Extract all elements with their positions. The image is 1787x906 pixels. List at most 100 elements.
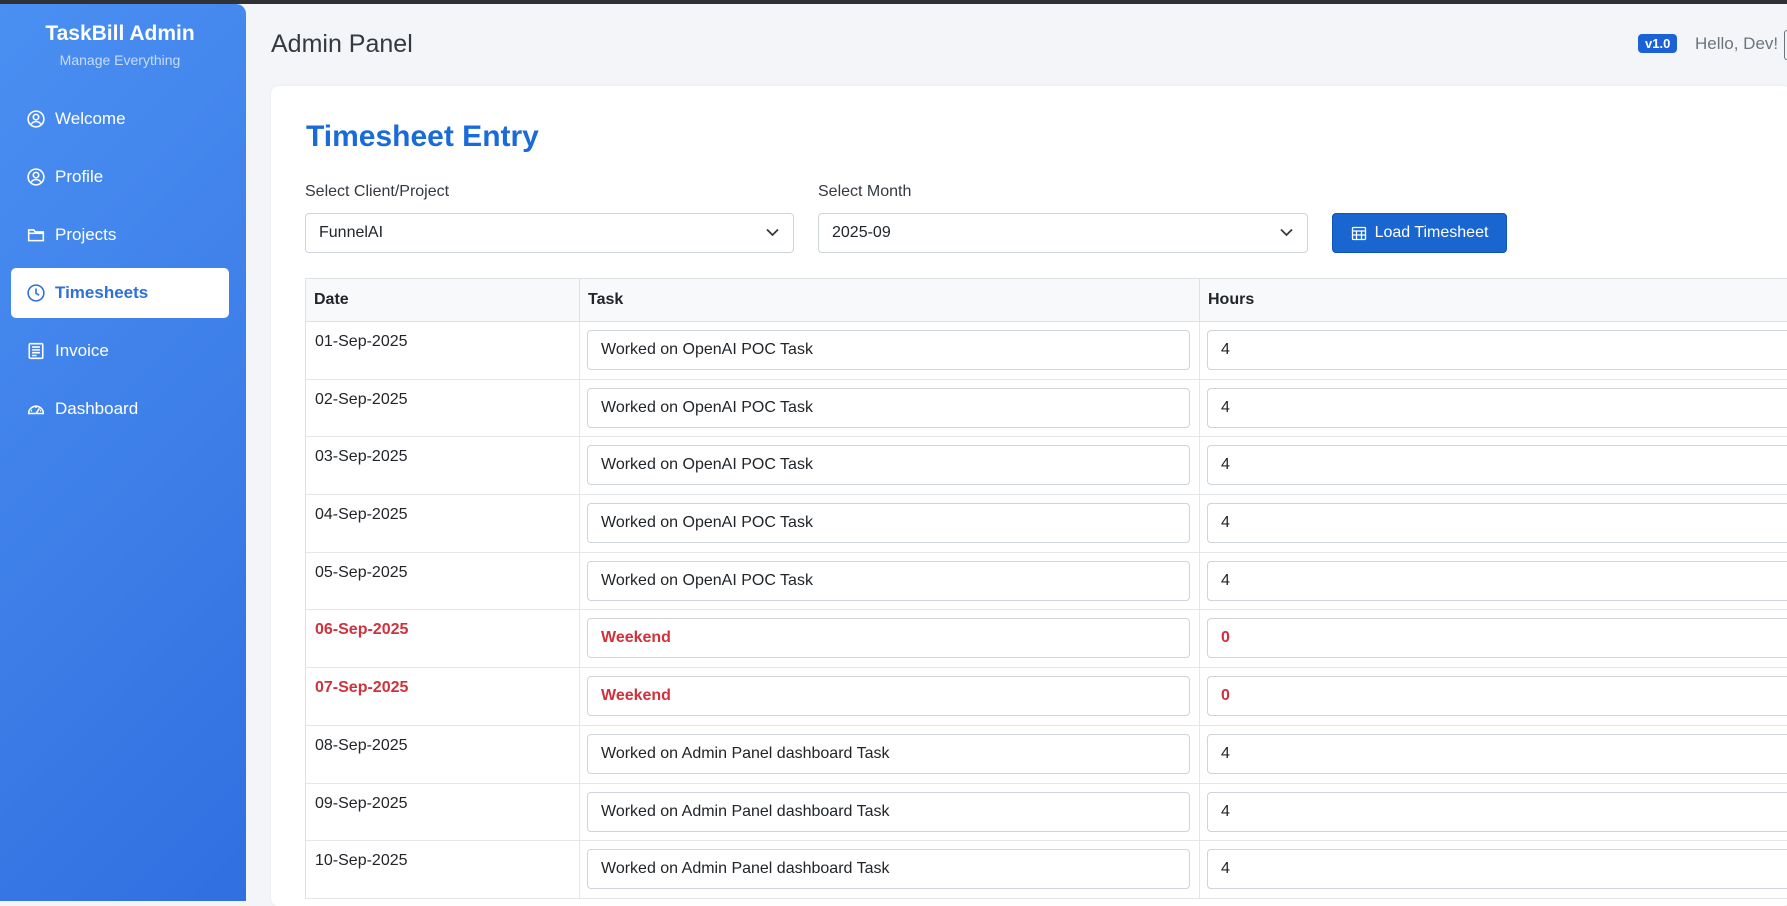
column-divider	[579, 379, 580, 437]
brand-subtitle: Manage Everything	[59, 52, 181, 68]
column-divider	[1199, 379, 1200, 437]
sidebar-item-dashboard[interactable]: Dashboard	[11, 384, 229, 434]
user-circle-icon	[27, 110, 45, 128]
table-row: 02-Sep-2025 Worked on OpenAI POC Task 4	[305, 379, 1787, 438]
column-header-hours: Hours	[1199, 279, 1787, 321]
column-divider	[579, 610, 580, 668]
column-header-date: Date	[305, 279, 579, 321]
client-select-label: Select Client/Project	[305, 183, 450, 200]
column-divider	[1199, 783, 1200, 841]
client-select[interactable]: FunnelAI	[305, 213, 794, 253]
sidebar-item-label: Profile	[55, 167, 104, 186]
hours-input[interactable]: 0	[1207, 676, 1787, 717]
table-row: 03-Sep-2025 Worked on OpenAI POC Task 4	[305, 437, 1787, 496]
task-input[interactable]: Worked on OpenAI POC Task	[587, 387, 1190, 428]
sidebar-item-label: Dashboard	[55, 399, 139, 418]
row-date: 03-Sep-2025	[305, 437, 579, 495]
task-input[interactable]: Worked on OpenAI POC Task	[587, 560, 1190, 601]
load-timesheet-button[interactable]: Load Timesheet	[1332, 213, 1507, 253]
sidebar-item-timesheets[interactable]: Timesheets	[11, 268, 229, 318]
row-date: 08-Sep-2025	[305, 725, 579, 783]
sidebar-item-projects[interactable]: Projects	[11, 210, 229, 260]
column-divider	[579, 552, 580, 610]
month-select-value: 2025-09	[832, 224, 891, 241]
column-divider	[579, 322, 580, 379]
user-greeting: Hello, Dev!	[1695, 34, 1779, 53]
table-row: 01-Sep-2025 Worked on OpenAI POC Task 4	[305, 322, 1787, 380]
column-divider	[579, 495, 580, 552]
hours-input[interactable]: 4	[1207, 849, 1787, 890]
column-header-task: Task	[579, 279, 1199, 321]
timesheet-card: Timesheet Entry Select Client/Project Fu…	[271, 86, 1787, 906]
task-input[interactable]: Worked on Admin Panel dashboard Task	[587, 849, 1190, 890]
sidebar-item-profile[interactable]: Profile	[11, 152, 229, 202]
hours-input[interactable]: 4	[1207, 503, 1787, 544]
task-input[interactable]: Weekend	[587, 618, 1190, 659]
row-date: 02-Sep-2025	[305, 379, 579, 437]
hours-input[interactable]: 4	[1207, 330, 1787, 370]
hours-input[interactable]: 4	[1207, 445, 1787, 486]
hours-input[interactable]: 4	[1207, 733, 1787, 774]
column-divider	[1199, 725, 1200, 783]
table-row: 08-Sep-2025 Worked on Admin Panel dashbo…	[305, 725, 1787, 784]
table-row: 09-Sep-2025 Worked on Admin Panel dashbo…	[305, 783, 1787, 842]
task-input[interactable]: Worked on OpenAI POC Task	[587, 445, 1190, 486]
column-divider	[1199, 322, 1200, 379]
timesheet-table: Date Task Hours 01-Sep-2025 Worked on Op…	[305, 278, 1787, 899]
sidebar-nav: Welcome Profile Projects Timesheets Invo…	[11, 94, 229, 442]
hours-input[interactable]: 4	[1207, 387, 1787, 428]
column-divider	[1199, 610, 1200, 668]
column-divider	[1199, 552, 1200, 610]
table-header: Date Task Hours	[305, 278, 1787, 322]
hours-input[interactable]: 0	[1207, 618, 1787, 659]
chevron-down-icon	[1280, 228, 1293, 237]
table-body: 01-Sep-2025 Worked on OpenAI POC Task 4 …	[305, 322, 1787, 899]
hours-input[interactable]: 4	[1207, 791, 1787, 832]
client-select-value: FunnelAI	[319, 224, 384, 241]
sidebar-item-label: Welcome	[55, 109, 126, 128]
folder-icon	[27, 229, 45, 242]
task-input[interactable]: Worked on Admin Panel dashboard Task	[587, 791, 1190, 832]
column-divider	[579, 725, 580, 783]
hours-input[interactable]: 4	[1207, 560, 1787, 601]
sidebar-item-invoice[interactable]: Invoice	[11, 326, 229, 376]
clock-icon	[27, 284, 45, 302]
row-date: 07-Sep-2025	[305, 668, 579, 725]
load-timesheet-label: Load Timesheet	[1374, 224, 1489, 241]
row-date: 04-Sep-2025	[305, 495, 579, 552]
row-date: 06-Sep-2025	[305, 610, 579, 668]
task-input[interactable]: Worked on OpenAI POC Task	[587, 503, 1190, 544]
sidebar: TaskBill Admin Manage Everything Welcome…	[0, 4, 246, 901]
row-date: 09-Sep-2025	[305, 783, 579, 841]
page-title: Admin Panel	[271, 30, 413, 58]
column-divider	[579, 668, 580, 725]
row-date: 01-Sep-2025	[305, 322, 579, 379]
card-title: Timesheet Entry	[306, 120, 539, 153]
table-row: 05-Sep-2025 Worked on OpenAI POC Task 4	[305, 552, 1787, 611]
column-divider	[579, 841, 580, 898]
column-divider	[1199, 437, 1200, 495]
version-badge: v1.0	[1638, 34, 1678, 53]
column-divider	[1199, 841, 1200, 898]
task-input[interactable]: Weekend	[587, 676, 1190, 717]
calendar-icon	[1351, 226, 1366, 241]
table-row: 06-Sep-2025 Weekend 0	[305, 610, 1787, 669]
user-circle-icon	[27, 168, 45, 186]
task-input[interactable]: Worked on OpenAI POC Task	[587, 330, 1190, 370]
table-row: 04-Sep-2025 Worked on OpenAI POC Task 4	[305, 495, 1787, 553]
table-row: 07-Sep-2025 Weekend 0	[305, 668, 1787, 726]
sidebar-item-welcome[interactable]: Welcome	[11, 94, 229, 144]
chevron-down-icon	[766, 228, 779, 237]
table-row: 10-Sep-2025 Worked on Admin Panel dashbo…	[305, 841, 1787, 899]
task-input[interactable]: Worked on Admin Panel dashboard Task	[587, 733, 1190, 774]
speedometer-icon	[27, 405, 45, 415]
sidebar-item-label: Timesheets	[55, 283, 149, 302]
month-select[interactable]: 2025-09	[818, 213, 1308, 253]
month-select-label: Select Month	[818, 183, 912, 200]
sidebar-item-label: Projects	[55, 225, 117, 244]
window-top-strip	[0, 0, 1787, 4]
row-date: 10-Sep-2025	[305, 841, 579, 898]
column-divider	[579, 783, 580, 841]
brand-title: TaskBill Admin	[45, 22, 195, 45]
column-divider	[1199, 495, 1200, 552]
